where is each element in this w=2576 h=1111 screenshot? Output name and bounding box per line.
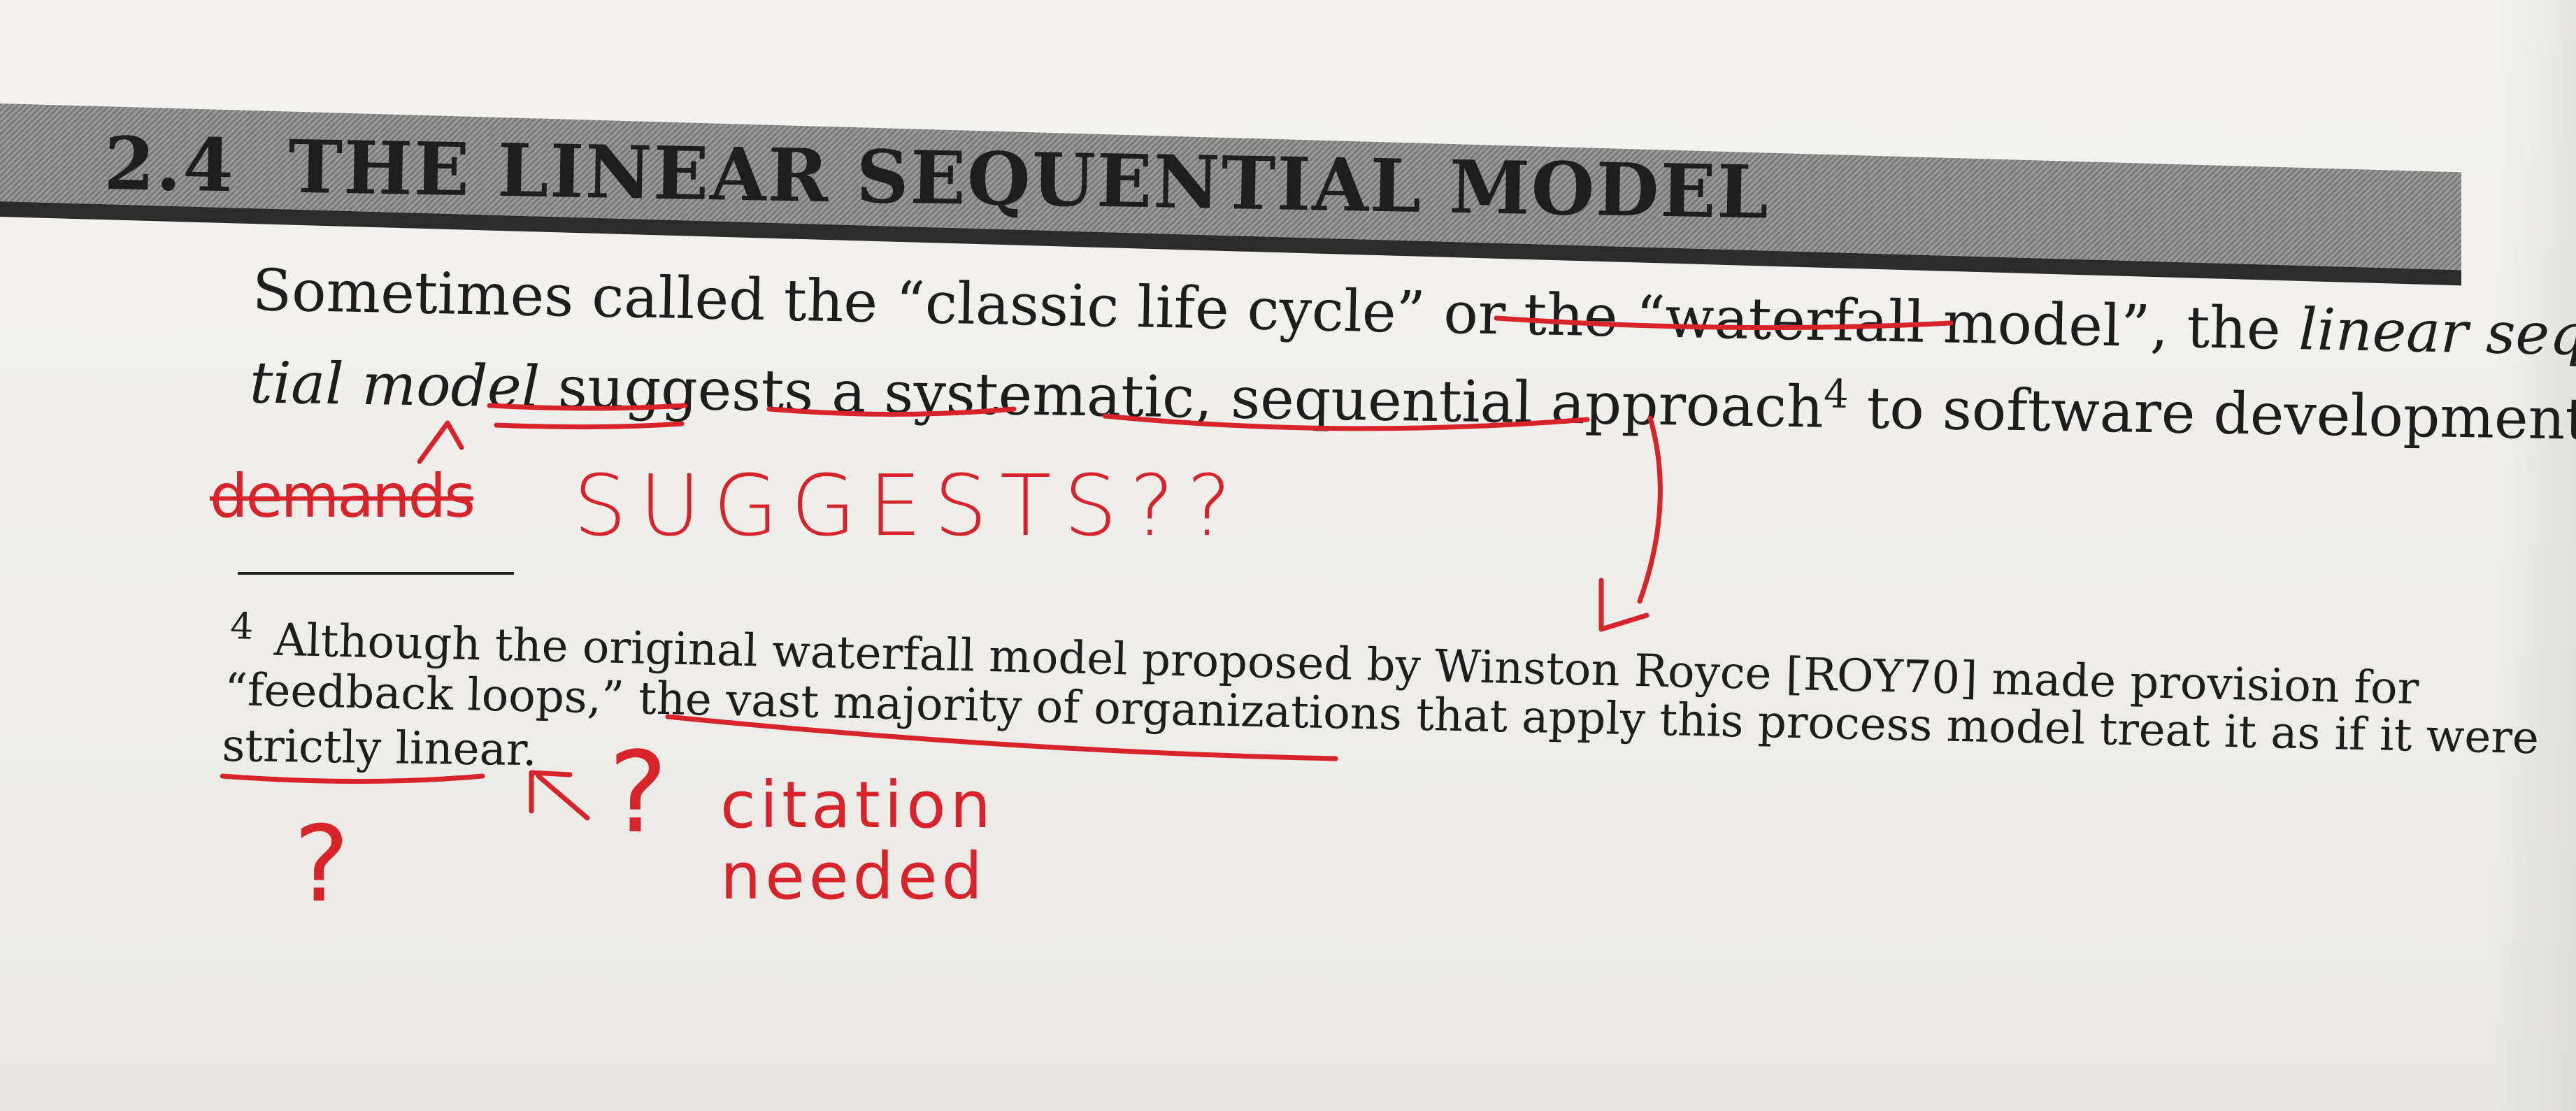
question-mark-note-2: ? [608,727,668,858]
arrow-to-strictly-linear [536,773,590,821]
replacement-note: SUGGESTS?? [573,458,1244,555]
underline-systematic [766,406,1017,417]
underline-vast-majority [665,714,1338,761]
book-page: 2.4 THE LINEAR SEQUENTIAL MODEL Sometime… [0,0,2576,1111]
underline-suggests-1 [487,403,688,411]
question-mark-note: ? [294,804,350,926]
handwritten-marks [220,315,1954,821]
arrow-to-footnote [1637,415,1663,604]
citation-note-line-2: needed [720,839,987,914]
underline-strictly-linear [220,773,485,784]
citation-note-line-1: citation [720,768,995,843]
underline-sequential-approach [1102,413,1590,431]
arrow-to-footnote-head [1598,578,1650,632]
arrow-to-strictly-linear-head [529,770,573,814]
struck-word: demands [210,461,475,531]
underline-suggests-2 [494,421,685,430]
underline-waterfall-model [1494,315,1954,331]
caret-arrow-icon [417,420,464,464]
